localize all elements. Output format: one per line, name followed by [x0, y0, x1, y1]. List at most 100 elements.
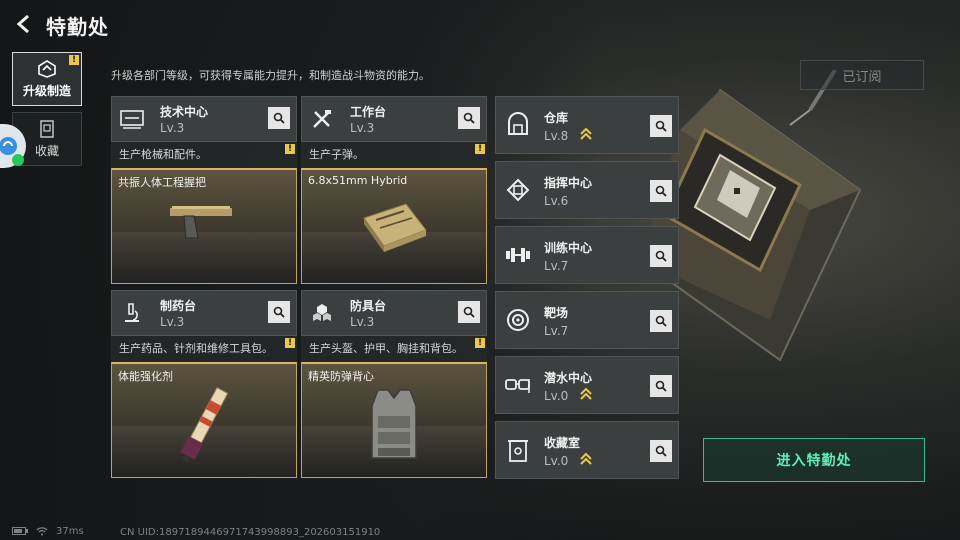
- product-name: 6.8x51mm Hybrid: [308, 174, 408, 187]
- production-slot[interactable]: 共振人体工程握把: [111, 168, 297, 284]
- product-name: 体能强化剂: [118, 370, 173, 383]
- search-icon: [273, 306, 285, 318]
- facility-header[interactable]: 制药台 Lv.3: [111, 290, 297, 336]
- department-card-diving-center[interactable]: 潜水中心 Lv.0: [495, 356, 679, 414]
- facility-description: 生产枪械和配件。 !: [111, 142, 297, 168]
- warehouse-icon: [502, 109, 534, 141]
- facility-header[interactable]: 工作台 Lv.3: [301, 96, 487, 142]
- collection-room-icon: [502, 434, 534, 466]
- facility-level: Lv.3: [350, 315, 375, 329]
- back-arrow-icon: [16, 14, 29, 34]
- search-button[interactable]: [268, 301, 290, 323]
- search-icon: [655, 185, 667, 197]
- upgrade-chevron-icon: [580, 127, 592, 140]
- search-button[interactable]: [650, 375, 672, 397]
- department-level: Lv.8: [544, 129, 569, 143]
- department-level: Lv.7: [544, 324, 569, 338]
- department-name: 指挥中心: [544, 176, 593, 190]
- subscribed-button[interactable]: 已订阅: [800, 60, 924, 90]
- product-name: 共振人体工程握把: [118, 176, 206, 189]
- facility-description: 生产头盔、护甲、胸挂和背包。 !: [301, 336, 487, 362]
- product-name: 精英防弹背心: [308, 370, 374, 383]
- department-name: 训练中心: [544, 241, 593, 255]
- back-button[interactable]: [10, 10, 38, 38]
- collection-icon: [40, 119, 54, 138]
- search-button[interactable]: [650, 245, 672, 267]
- tab-label: 收藏: [34, 143, 59, 158]
- armor-blocks-icon: [302, 291, 342, 335]
- department-card-collection-room[interactable]: 收藏室 Lv.0: [495, 421, 679, 479]
- tab-label: 升级制造: [22, 83, 71, 98]
- department-card-shooting-range[interactable]: 靶场 Lv.7: [495, 291, 679, 349]
- search-button[interactable]: [650, 440, 672, 462]
- tech-center-icon: [112, 97, 152, 141]
- facility-description-text: 生产子弹。: [309, 148, 364, 161]
- alert-flag: !: [285, 144, 295, 154]
- facility-header[interactable]: 技术中心 Lv.3: [111, 96, 297, 142]
- facility-card-workbench: 工作台 Lv.3 生产子弹。 ! 6.8x51mm Hybrid: [301, 96, 487, 284]
- department-level: Lv.0: [544, 389, 569, 403]
- search-icon: [463, 112, 475, 124]
- facility-header[interactable]: 防具台 Lv.3: [301, 290, 487, 336]
- ping-value: 37ms: [56, 525, 84, 537]
- department-card-warehouse[interactable]: 仓库 Lv.8: [495, 96, 679, 154]
- search-icon: [463, 306, 475, 318]
- wifi-icon: [36, 527, 48, 536]
- department-level: Lv.6: [544, 194, 569, 208]
- facility-card-pharmacy: 制药台 Lv.3 生产药品、针剂和维修工具包。 ! 体能强化剂: [111, 290, 297, 478]
- search-button[interactable]: [458, 301, 480, 323]
- vest-item-icon: [371, 389, 417, 459]
- microscope-icon: [112, 291, 152, 335]
- syringe-item-icon: [180, 387, 229, 463]
- alert-flag: !: [285, 338, 295, 348]
- department-level: Lv.7: [544, 259, 569, 273]
- search-button[interactable]: [458, 107, 480, 129]
- alert-flag: !: [475, 144, 485, 154]
- search-button[interactable]: [650, 180, 672, 202]
- facility-name: 技术中心: [160, 105, 209, 119]
- command-chip-icon: [502, 174, 534, 206]
- facility-description-text: 生产药品、针剂和维修工具包。: [119, 342, 273, 355]
- facility-description: 生产药品、针剂和维修工具包。 !: [111, 336, 297, 362]
- production-slot[interactable]: 体能强化剂: [111, 362, 297, 478]
- alert-flag: !: [69, 55, 79, 65]
- facility-description: 生产子弹。 !: [301, 142, 487, 168]
- search-icon: [655, 380, 667, 392]
- online-indicator: [12, 154, 24, 166]
- search-icon: [655, 315, 667, 327]
- upgrade-chevron-icon: [580, 452, 592, 465]
- department-level: Lv.0: [544, 454, 569, 468]
- diving-mask-icon: [502, 369, 534, 401]
- upgrade-icon: [38, 59, 56, 78]
- status-bar: 37ms: [12, 524, 84, 538]
- search-button[interactable]: [268, 107, 290, 129]
- tab-upgrade-craft[interactable]: ! 升级制造: [12, 52, 82, 106]
- search-button[interactable]: [650, 115, 672, 137]
- search-icon: [655, 250, 667, 262]
- facility-level: Lv.3: [160, 121, 185, 135]
- alert-flag: !: [475, 338, 485, 348]
- facility-level: Lv.3: [160, 315, 185, 329]
- target-icon: [502, 304, 534, 336]
- department-name: 仓库: [544, 111, 569, 125]
- search-button[interactable]: [650, 310, 672, 332]
- search-icon: [655, 120, 667, 132]
- department-card-command-center[interactable]: 指挥中心 Lv.6: [495, 161, 679, 219]
- production-slot[interactable]: 6.8x51mm Hybrid: [301, 168, 487, 284]
- production-slot[interactable]: 精英防弹背心: [301, 362, 487, 478]
- header: 特勤处: [0, 0, 960, 50]
- department-name: 收藏室: [544, 436, 581, 450]
- search-icon: [655, 445, 667, 457]
- battery-icon: [12, 527, 28, 535]
- department-card-training-center[interactable]: 训练中心 Lv.7: [495, 226, 679, 284]
- facility-description-text: 生产枪械和配件。: [119, 148, 207, 161]
- upgrade-chevron-icon: [580, 387, 592, 400]
- facility-card-tech-center: 技术中心 Lv.3 生产枪械和配件。 ! 共振人体工程握把: [111, 96, 297, 284]
- department-name: 潜水中心: [544, 371, 593, 385]
- grip-item-icon: [170, 206, 232, 239]
- enter-special-ops-button[interactable]: 进入特勤处: [703, 438, 925, 482]
- workbench-icon: [302, 97, 342, 141]
- facility-name: 制药台: [160, 299, 197, 313]
- dumbbell-icon: [502, 239, 534, 271]
- search-icon: [273, 112, 285, 124]
